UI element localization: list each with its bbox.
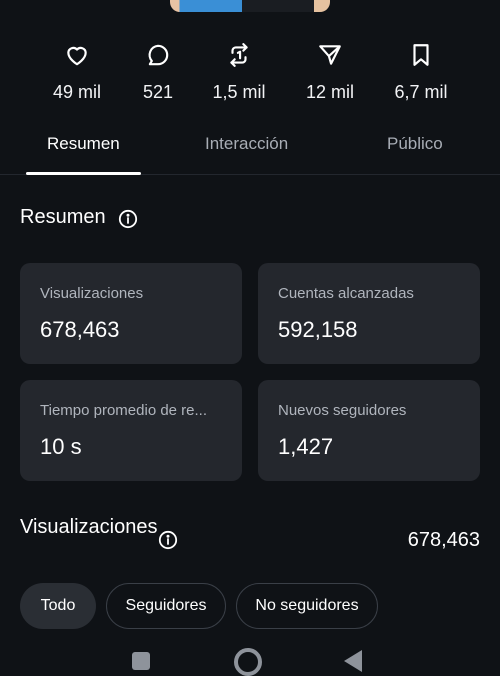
filter-todo[interactable]: Todo — [20, 583, 96, 629]
info-icon[interactable] — [118, 209, 138, 229]
tab-interaccion[interactable]: Interacción — [205, 134, 288, 154]
views-card[interactable]: Visualizaciones 678,463 — [20, 263, 242, 364]
system-nav-bar — [0, 646, 500, 676]
new-followers-card[interactable]: Nuevos seguidores 1,427 — [258, 380, 480, 481]
shares-count: 12 mil — [305, 82, 354, 102]
summary-title: Resumen — [20, 206, 106, 228]
saves-count: 6,7 mil — [394, 82, 448, 102]
reposts-stat[interactable]: 1,5 mil — [189, 42, 289, 103]
insights-tabs: Resumen Interacción Público — [0, 124, 500, 175]
back-button[interactable] — [344, 650, 362, 672]
engagement-stats: 49 mil 521 1,5 mil 12 mil 6,7 mil — [0, 42, 500, 112]
card-label: Nuevos seguidores — [278, 402, 407, 419]
card-value: 592,158 — [278, 317, 358, 342]
share-icon — [319, 45, 341, 65]
comment-icon — [148, 44, 169, 66]
card-label: Tiempo promedio de re... — [40, 402, 208, 419]
heart-icon — [67, 46, 87, 66]
card-value: 678,463 — [40, 317, 120, 342]
accounts-reached-card[interactable]: Cuentas alcanzadas 592,158 — [258, 263, 480, 364]
active-tab-indicator — [26, 172, 141, 175]
card-value: 1,427 — [278, 434, 334, 459]
card-value: 10 s — [40, 434, 82, 459]
avg-watch-time-card[interactable]: Tiempo promedio de re... 10 s — [20, 380, 242, 481]
info-icon[interactable] — [158, 530, 178, 550]
filter-no-seguidores[interactable]: No seguidores — [236, 583, 378, 629]
tab-resumen[interactable]: Resumen — [47, 134, 120, 154]
filter-seguidores[interactable]: Seguidores — [106, 583, 226, 629]
card-label: Visualizaciones — [40, 285, 144, 302]
repost-icon — [230, 43, 248, 67]
views-total: 678,463 — [407, 529, 480, 551]
shares-stat[interactable]: 12 mil — [280, 42, 380, 103]
views-section-title: Visualizaciones — [20, 516, 158, 538]
reposts-count: 1,5 mil — [212, 82, 266, 102]
tab-publico[interactable]: Público — [387, 134, 443, 154]
video-thumbnail[interactable] — [170, 0, 330, 12]
bookmark-icon — [413, 44, 429, 66]
home-button[interactable] — [234, 648, 262, 676]
saves-stat[interactable]: 6,7 mil — [371, 42, 471, 103]
recents-button[interactable] — [132, 652, 150, 670]
card-label: Cuentas alcanzadas — [278, 285, 414, 302]
